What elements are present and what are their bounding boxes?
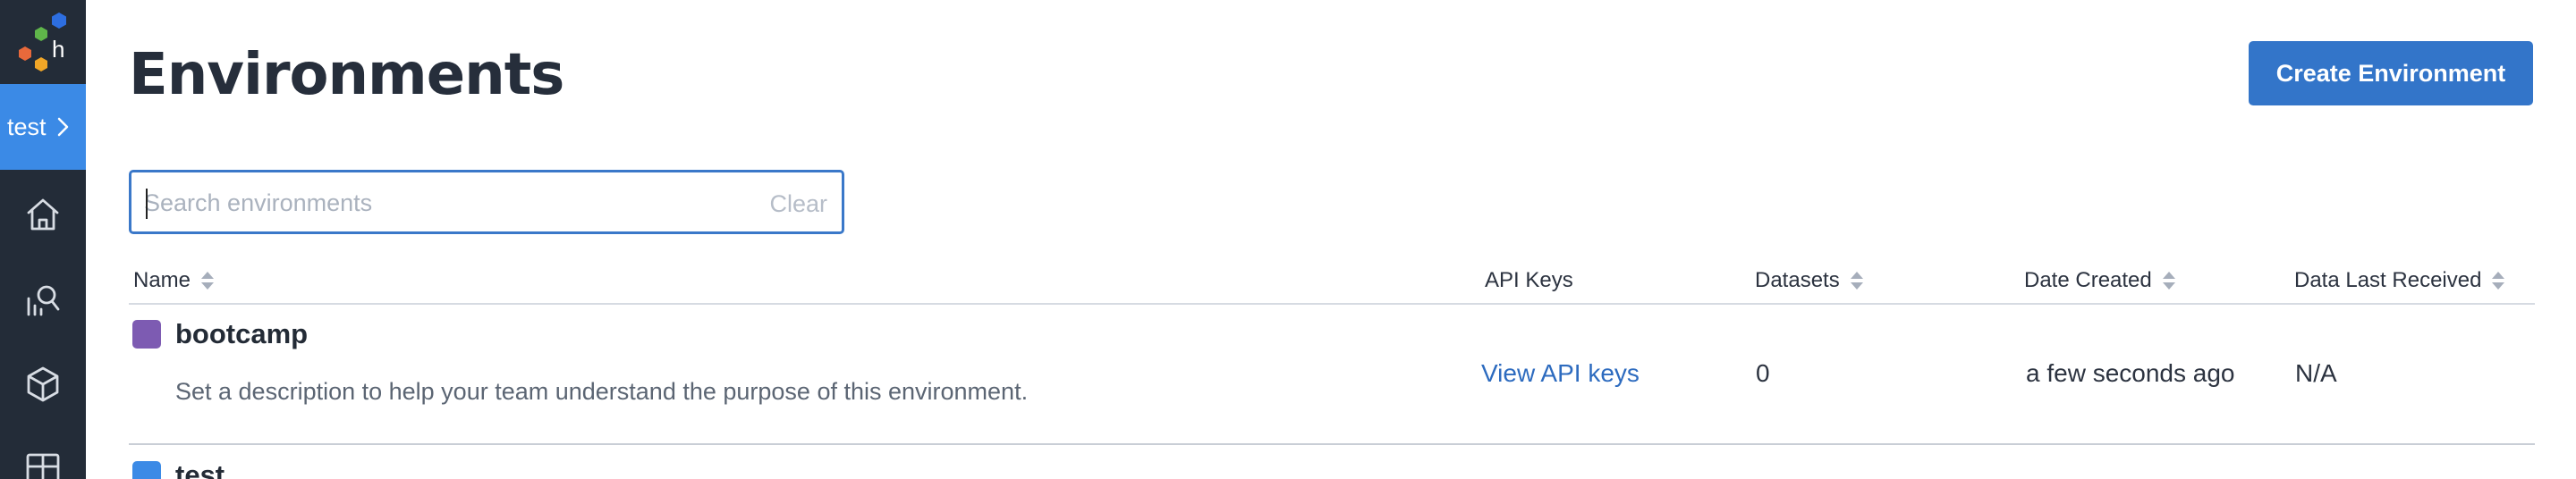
column-header-api-keys: API Keys — [1485, 266, 1573, 295]
sort-icon — [2162, 272, 2175, 290]
environment-switcher-label: test — [7, 113, 47, 140]
search-input[interactable] — [144, 185, 699, 221]
environment-color-swatch — [132, 461, 161, 479]
environment-color-swatch — [132, 320, 161, 349]
column-header-label: API Keys — [1485, 268, 1573, 292]
column-header-label: Data Last Received — [2294, 268, 2482, 292]
text-cursor — [146, 189, 148, 219]
grid-icon[interactable] — [20, 447, 66, 479]
sort-icon — [201, 272, 215, 290]
table-header-divider — [129, 303, 2535, 305]
chevron-right-icon — [57, 117, 69, 137]
environment-description: Set a description to help your team unde… — [175, 378, 1029, 405]
date-created: a few seconds ago — [2026, 359, 2235, 387]
sort-icon — [2492, 272, 2505, 290]
column-header-date-created[interactable]: Date Created — [2024, 266, 2177, 295]
clear-search-button[interactable]: Clear — [769, 190, 827, 218]
environment-switcher[interactable]: test — [0, 84, 86, 170]
data-last-received: N/A — [2295, 359, 2337, 387]
cube-icon[interactable] — [20, 361, 66, 408]
datasets-count: 0 — [1756, 359, 1770, 387]
column-header-label: Date Created — [2024, 268, 2152, 292]
column-header-label: Datasets — [1755, 268, 1840, 292]
svg-text:h: h — [52, 36, 64, 63]
honeycomb-logo-icon[interactable]: h — [0, 0, 86, 84]
column-header-data-last-received[interactable]: Data Last Received — [2294, 266, 2506, 295]
query-chart-icon[interactable] — [20, 277, 66, 324]
column-header-name[interactable]: Name — [133, 266, 216, 295]
view-api-keys-link[interactable]: View API keys — [1481, 359, 1640, 388]
environment-name[interactable]: bootcamp — [175, 318, 308, 350]
home-icon[interactable] — [20, 191, 66, 238]
search-box[interactable]: Clear — [129, 170, 844, 234]
environment-name[interactable]: test — [175, 459, 225, 479]
column-header-label: Name — [133, 268, 191, 292]
create-environment-button[interactable]: Create Environment — [2249, 41, 2533, 105]
row-divider — [129, 443, 2535, 445]
column-header-datasets[interactable]: Datasets — [1755, 266, 1865, 295]
page-title: Environments — [129, 42, 564, 108]
sidebar: h test — [0, 0, 86, 479]
sort-icon — [1850, 272, 1863, 290]
